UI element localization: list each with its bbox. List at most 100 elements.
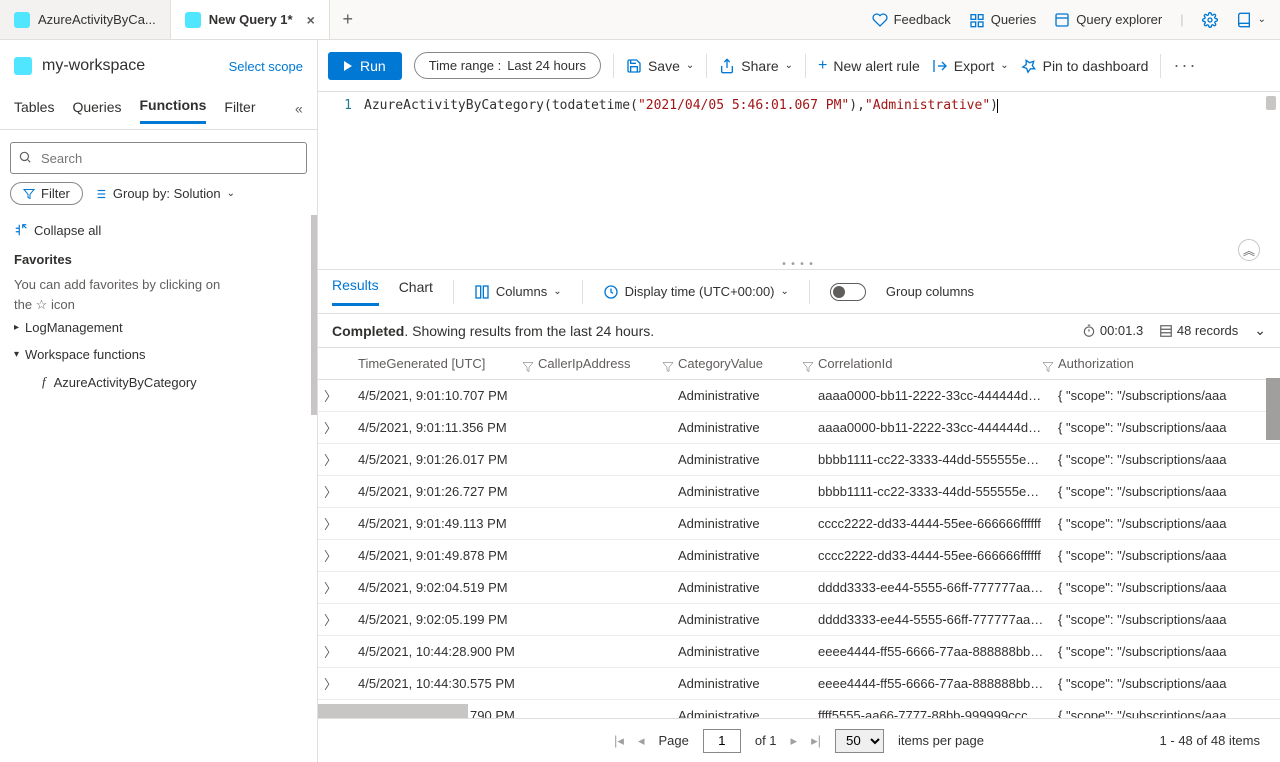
cell-caller: [532, 540, 672, 572]
collapse-all-label: Collapse all: [34, 223, 101, 238]
results-tab[interactable]: Results: [332, 277, 379, 306]
filter-button[interactable]: Filter: [10, 182, 83, 205]
page-input[interactable]: [703, 729, 741, 753]
cell-category: Administrative: [672, 444, 812, 476]
tab-query-2[interactable]: New Query 1* ×: [171, 0, 330, 39]
collapse-editor-button[interactable]: ︽: [1238, 239, 1260, 261]
per-page-select[interactable]: 50: [835, 729, 884, 753]
col-authorization[interactable]: Authorization: [1052, 348, 1280, 380]
group-by-button[interactable]: Group by: Solution ⌄: [93, 186, 235, 201]
resize-handle[interactable]: ••••: [781, 259, 817, 270]
record-count: 48 records: [1159, 323, 1238, 339]
sidebar-scrollbar[interactable]: [311, 215, 317, 415]
table-row[interactable]: 〉4/5/2021, 9:01:26.017 PMAdministrativeb…: [318, 444, 1280, 476]
tree-node-workspace-functions[interactable]: ▾ Workspace functions: [14, 341, 303, 368]
columns-button[interactable]: Columns ⌄: [474, 284, 562, 300]
select-scope-link[interactable]: Select scope: [229, 59, 303, 74]
tab-label: New Query 1*: [209, 12, 293, 27]
query-explorer-link[interactable]: Query explorer: [1054, 12, 1162, 28]
expand-status-button[interactable]: ⌄: [1254, 322, 1266, 339]
save-button[interactable]: Save ⌄: [626, 58, 694, 74]
expand-row-button[interactable]: 〉: [318, 636, 352, 668]
chevron-down-icon: ⌄: [227, 188, 235, 199]
table-row[interactable]: 〉4/5/2021, 9:01:49.878 PMAdministrativec…: [318, 540, 1280, 572]
workspace-name: my-workspace: [42, 57, 145, 75]
page-last-button[interactable]: ▸|: [811, 733, 821, 749]
queries-link[interactable]: Queries: [969, 12, 1037, 28]
export-button[interactable]: Export ⌄: [932, 58, 1009, 74]
side-tab-queries[interactable]: Queries: [72, 99, 121, 123]
filter-icon: [23, 188, 35, 200]
filter-icon[interactable]: [662, 358, 672, 368]
expand-row-button[interactable]: 〉: [318, 476, 352, 508]
cell-correlation: bbbb1111-cc22-3333-44dd-555555eeeeee: [812, 476, 1052, 508]
filter-icon[interactable]: [522, 358, 532, 368]
col-correlation[interactable]: CorrelationId: [812, 348, 1052, 380]
book-icon: [1236, 12, 1252, 28]
more-button[interactable]: ···: [1173, 55, 1197, 76]
table-row[interactable]: 〉4/5/2021, 10:44:30.575 PMAdministrative…: [318, 668, 1280, 700]
feedback-link[interactable]: Feedback: [872, 12, 951, 28]
col-callerip[interactable]: CallerIpAddress: [532, 348, 672, 380]
new-alert-button[interactable]: + New alert rule: [818, 57, 920, 75]
collapse-sidebar-icon[interactable]: »: [295, 103, 303, 119]
chevron-down-icon: ⌄: [785, 60, 793, 71]
close-icon[interactable]: ×: [307, 12, 315, 28]
page-first-button[interactable]: |◂: [614, 733, 624, 749]
cell-caller: [532, 444, 672, 476]
results-scrollbar-horizontal[interactable]: [318, 704, 468, 718]
side-tab-filter[interactable]: Filter: [224, 99, 255, 123]
share-button[interactable]: Share ⌄: [719, 58, 793, 74]
group-columns-toggle[interactable]: [830, 283, 866, 301]
table-row[interactable]: 〉4/5/2021, 9:01:11.356 PMAdministrativea…: [318, 412, 1280, 444]
side-tab-tables[interactable]: Tables: [14, 99, 54, 123]
editor-scrollbar[interactable]: [1266, 96, 1276, 110]
divider: [706, 54, 707, 78]
tree-leaf-function[interactable]: f AzureActivityByCategory: [14, 368, 303, 390]
cell-time: 4/5/2021, 9:02:04.519 PM: [352, 572, 532, 604]
tree-node-logmanagement[interactable]: ▸ LogManagement: [14, 314, 303, 341]
collapse-all-button[interactable]: Collapse all: [14, 223, 303, 238]
page-prev-button[interactable]: ◂: [638, 733, 645, 749]
table-row[interactable]: 〉4/5/2021, 9:02:04.519 PMAdministratived…: [318, 572, 1280, 604]
col-timegenerated[interactable]: TimeGenerated [UTC]: [352, 348, 532, 380]
side-tab-functions[interactable]: Functions: [140, 97, 207, 124]
table-row[interactable]: 〉4/5/2021, 9:02:05.199 PMAdministratived…: [318, 604, 1280, 636]
expand-row-button[interactable]: 〉: [318, 508, 352, 540]
table-row[interactable]: 〉4/5/2021, 9:01:26.727 PMAdministrativeb…: [318, 476, 1280, 508]
col-category[interactable]: CategoryValue: [672, 348, 812, 380]
expand-row-button[interactable]: 〉: [318, 444, 352, 476]
table-row[interactable]: 〉4/5/2021, 10:44:28.900 PMAdministrative…: [318, 636, 1280, 668]
expand-row-button[interactable]: 〉: [318, 540, 352, 572]
filter-icon[interactable]: [1042, 358, 1052, 368]
expand-row-button[interactable]: 〉: [318, 604, 352, 636]
panel-toggle[interactable]: ⌄: [1236, 12, 1266, 28]
pin-button[interactable]: Pin to dashboard: [1021, 58, 1149, 74]
new-tab-button[interactable]: +: [330, 0, 366, 39]
table-row[interactable]: 〉4/5/2021, 9:01:10.707 PMAdministrativea…: [318, 380, 1280, 412]
favorites-heading: Favorites: [14, 252, 303, 267]
filter-icon[interactable]: [802, 358, 812, 368]
tab-query-1[interactable]: AzureActivityByCa...: [0, 0, 171, 39]
results-scrollbar-vertical[interactable]: [1266, 378, 1280, 440]
queries-label: Queries: [991, 12, 1037, 27]
cell-correlation: aaaa0000-bb11-2222-33cc-444444dddddd: [812, 412, 1052, 444]
code-line[interactable]: AzureActivityByCategory(todatetime("2021…: [364, 98, 998, 263]
expand-row-button[interactable]: 〉: [318, 412, 352, 444]
query-editor[interactable]: 1 AzureActivityByCategory(todatetime("20…: [318, 92, 1280, 270]
item-count: 1 - 48 of 48 items: [1160, 733, 1260, 748]
cell-caller: [532, 700, 672, 719]
chart-tab[interactable]: Chart: [399, 279, 433, 305]
clock-icon: [603, 284, 619, 300]
expand-row-button[interactable]: 〉: [318, 668, 352, 700]
page-next-button[interactable]: ▸: [791, 733, 798, 749]
table-row[interactable]: 〉4/5/2021, 9:01:49.113 PMAdministrativec…: [318, 508, 1280, 540]
expand-row-button[interactable]: 〉: [318, 572, 352, 604]
expand-row-button[interactable]: 〉: [318, 380, 352, 412]
cell-category: Administrative: [672, 636, 812, 668]
gear-icon[interactable]: [1202, 12, 1218, 28]
time-range-picker[interactable]: Time range : Last 24 hours: [414, 52, 601, 79]
display-time-button[interactable]: Display time (UTC+00:00) ⌄: [603, 284, 789, 300]
search-input[interactable]: [10, 142, 307, 174]
run-button[interactable]: Run: [328, 52, 402, 80]
